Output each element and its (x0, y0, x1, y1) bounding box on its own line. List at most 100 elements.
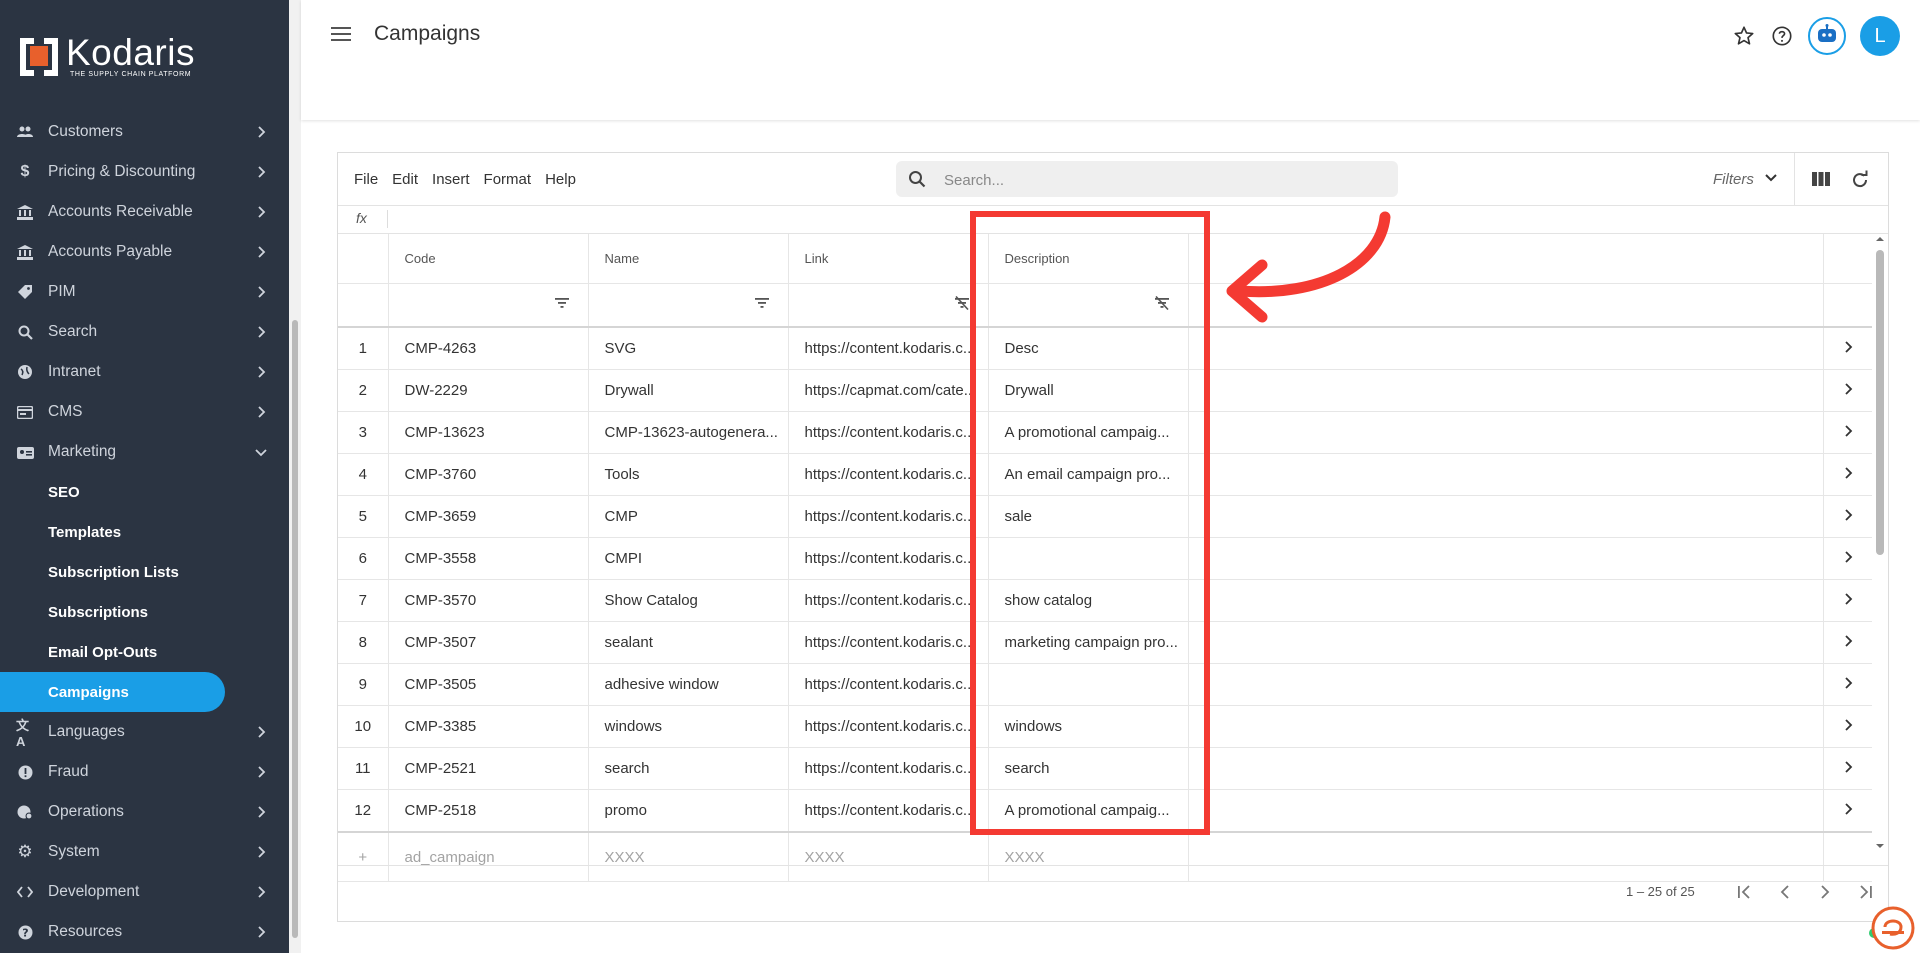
row-open-button[interactable] (1823, 537, 1872, 580)
sidebar-subitem-subscriptions[interactable]: Subscriptions (0, 592, 289, 632)
cell-name[interactable]: SVG (588, 327, 789, 370)
menu-help[interactable]: Help (545, 171, 576, 188)
cell-name[interactable]: CMP (588, 495, 789, 538)
row-open-button[interactable] (1823, 579, 1872, 622)
cell-link[interactable]: https://content.kodaris.c... (788, 537, 989, 580)
row-open-button[interactable] (1823, 789, 1872, 833)
chat-support-icon[interactable] (1870, 905, 1916, 951)
menu-edit[interactable]: Edit (392, 171, 418, 188)
sidebar-item-resources[interactable]: ? Resources (0, 912, 289, 952)
row-open-button[interactable] (1823, 495, 1872, 538)
cell-link[interactable]: https://content.kodaris.c... (788, 789, 989, 833)
cell-link[interactable]: https://content.kodaris.c... (788, 327, 989, 370)
cell-name[interactable]: Tools (588, 453, 789, 496)
cell-name[interactable]: CMPI (588, 537, 789, 580)
previous-page-icon[interactable] (1774, 881, 1796, 903)
cell-name[interactable]: search (588, 747, 789, 790)
row-open-button[interactable] (1823, 747, 1872, 790)
cell-code[interactable]: CMP-3760 (388, 453, 589, 496)
sidebar-subitem-campaigns[interactable]: Campaigns (0, 672, 225, 712)
filters-dropdown[interactable]: Filters (1713, 170, 1778, 188)
cell-link[interactable]: https://capmat.com/cate... (788, 369, 989, 412)
sidebar-item-cms[interactable]: CMS (0, 392, 289, 432)
filter-cell-code[interactable] (388, 283, 589, 328)
cell-code[interactable]: CMP-3507 (388, 621, 589, 664)
help-circle-icon[interactable] (1770, 24, 1794, 48)
sidebar-item-operations[interactable]: Operations (0, 792, 289, 832)
last-page-icon[interactable] (1854, 881, 1876, 903)
sidebar-subitem-templates[interactable]: Templates (0, 512, 289, 552)
sidebar-item-marketing[interactable]: Marketing (0, 432, 289, 472)
column-header-code[interactable]: Code (388, 234, 589, 284)
row-open-button[interactable] (1823, 369, 1872, 412)
menu-insert[interactable]: Insert (432, 171, 470, 188)
cell-name[interactable]: Drywall (588, 369, 789, 412)
sidebar-item-intranet[interactable]: Intranet (0, 352, 289, 392)
menu-file[interactable]: File (354, 171, 378, 188)
grid-vertical-scrollbar[interactable] (1872, 234, 1886, 851)
cell-code[interactable]: CMP-3659 (388, 495, 589, 538)
row-open-button[interactable] (1823, 705, 1872, 748)
column-header-link[interactable]: Link (788, 234, 989, 284)
filter-cell-link[interactable] (788, 283, 989, 328)
sidebar-scrollbar-thumb[interactable] (292, 320, 298, 938)
menu-format[interactable]: Format (484, 171, 532, 188)
cell-name[interactable]: Show Catalog (588, 579, 789, 622)
cell-link[interactable]: https://content.kodaris.c... (788, 663, 989, 706)
cell-code[interactable]: CMP-3558 (388, 537, 589, 580)
cell-code[interactable]: CMP-3505 (388, 663, 589, 706)
hamburger-menu-icon[interactable] (331, 26, 353, 46)
cell-link[interactable]: https://content.kodaris.c... (788, 747, 989, 790)
cell-name[interactable]: CMP-13623-autogenera... (588, 411, 789, 454)
filter-icon[interactable] (754, 296, 772, 314)
sidebar-item-pricing[interactable]: $ Pricing & Discounting (0, 152, 289, 192)
cell-name[interactable]: adhesive window (588, 663, 789, 706)
row-open-button[interactable] (1823, 663, 1872, 706)
sidebar-item-system[interactable]: ⚙ System (0, 832, 289, 872)
sidebar-subitem-email-opt-outs[interactable]: Email Opt-Outs (0, 632, 289, 672)
row-open-button[interactable] (1823, 453, 1872, 496)
sidebar-subitem-subscription-lists[interactable]: Subscription Lists (0, 552, 289, 592)
cell-code[interactable]: CMP-3385 (388, 705, 589, 748)
sidebar-item-fraud[interactable]: Fraud (0, 752, 289, 792)
cell-code[interactable]: DW-2229 (388, 369, 589, 412)
sidebar-item-development[interactable]: Development (0, 872, 289, 912)
logo[interactable]: Kodaris THE SUPPLY CHAIN PLATFORM (18, 34, 195, 80)
row-open-button[interactable] (1823, 327, 1872, 370)
cell-code[interactable]: CMP-13623 (388, 411, 589, 454)
cell-link[interactable]: https://content.kodaris.c... (788, 579, 989, 622)
cell-code[interactable]: CMP-3570 (388, 579, 589, 622)
filter-off-icon[interactable] (954, 295, 972, 314)
first-page-icon[interactable] (1734, 881, 1756, 903)
cell-code[interactable]: CMP-4263 (388, 327, 589, 370)
cell-name[interactable]: promo (588, 789, 789, 833)
search-input[interactable] (942, 161, 1386, 199)
cell-name[interactable]: sealant (588, 621, 789, 664)
star-icon[interactable] (1732, 24, 1756, 48)
assistant-bot-button[interactable] (1808, 17, 1846, 55)
sidebar-item-accounts-receivable[interactable]: Accounts Receivable (0, 192, 289, 232)
cell-code[interactable]: CMP-2518 (388, 789, 589, 833)
sidebar-subitem-seo[interactable]: SEO (0, 472, 289, 512)
cell-name[interactable]: windows (588, 705, 789, 748)
cell-link[interactable]: https://content.kodaris.c... (788, 621, 989, 664)
sidebar-item-pim[interactable]: PIM (0, 272, 289, 312)
filter-cell-name[interactable] (588, 283, 789, 328)
sidebar-item-customers[interactable]: Customers (0, 112, 289, 152)
cell-code[interactable]: CMP-2521 (388, 747, 589, 790)
refresh-icon[interactable] (1850, 170, 1870, 190)
column-header-name[interactable]: Name (588, 234, 789, 284)
user-avatar[interactable]: L (1860, 16, 1900, 56)
row-open-button[interactable] (1823, 621, 1872, 664)
sidebar-item-search[interactable]: Search (0, 312, 289, 352)
grid-scrollbar-thumb[interactable] (1876, 250, 1884, 555)
filter-icon[interactable] (554, 296, 572, 314)
row-open-button[interactable] (1823, 411, 1872, 454)
sidebar-item-accounts-payable[interactable]: Accounts Payable (0, 232, 289, 272)
next-page-icon[interactable] (1814, 881, 1836, 903)
columns-icon[interactable] (1811, 170, 1831, 190)
cell-link[interactable]: https://content.kodaris.c... (788, 453, 989, 496)
cell-link[interactable]: https://content.kodaris.c... (788, 411, 989, 454)
cell-link[interactable]: https://content.kodaris.c... (788, 705, 989, 748)
sidebar-item-languages[interactable]: 文A Languages (0, 712, 289, 752)
